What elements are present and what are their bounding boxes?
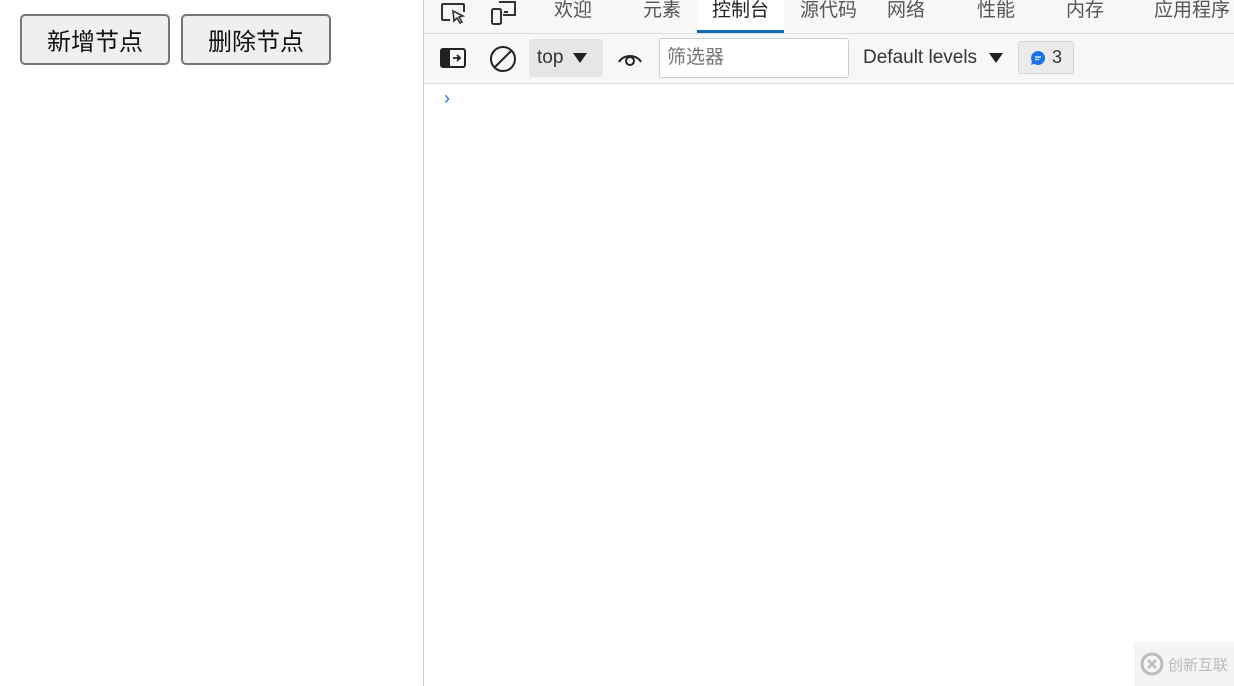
console-toolbar: top Default levels 3	[424, 34, 1234, 84]
add-node-button[interactable]: 新增节点	[20, 14, 170, 65]
watermark-icon	[1140, 652, 1164, 676]
context-value: top	[537, 47, 564, 68]
devtools-panel: 欢迎 元素 控制台 源代码 网络 性能 内存 应用程序 top Default …	[423, 0, 1234, 686]
console-prompt[interactable]: ›	[444, 88, 450, 109]
delete-node-button[interactable]: 删除节点	[181, 14, 331, 65]
chevron-down-icon	[573, 53, 588, 63]
tab-elements[interactable]: 元素	[643, 0, 681, 33]
tab-memory[interactable]: 内存	[1066, 0, 1104, 33]
messages-badge[interactable]: 3	[1018, 41, 1074, 74]
filter-input[interactable]	[659, 38, 849, 78]
tab-sources[interactable]: 源代码	[800, 0, 857, 33]
devtools-tab-bar: 欢迎 元素 控制台 源代码 网络 性能 内存 应用程序	[424, 0, 1234, 34]
message-icon	[1030, 50, 1046, 65]
watermark-logo: 创新互联	[1134, 642, 1234, 686]
clear-console-icon[interactable]	[489, 45, 517, 73]
context-selector[interactable]: top	[529, 39, 603, 77]
tab-welcome[interactable]: 欢迎	[554, 0, 592, 33]
tab-console[interactable]: 控制台	[697, 0, 785, 33]
inspect-element-icon[interactable]	[440, 2, 468, 26]
page-content: 新增节点 删除节点	[0, 0, 424, 686]
watermark-text: 创新互联	[1167, 656, 1228, 674]
message-count: 3	[1051, 47, 1062, 67]
show-sidebar-icon[interactable]	[440, 48, 466, 68]
chevron-down-icon	[989, 53, 1004, 63]
log-levels-dropdown[interactable]: Default levels	[863, 42, 1004, 74]
tab-application[interactable]: 应用程序	[1154, 0, 1230, 33]
tab-performance[interactable]: 性能	[977, 0, 1015, 33]
tab-network[interactable]: 网络	[887, 0, 925, 33]
live-expression-eye-icon[interactable]	[617, 49, 643, 67]
log-levels-label: Default levels	[863, 47, 978, 68]
device-emulation-icon[interactable]	[490, 0, 518, 26]
